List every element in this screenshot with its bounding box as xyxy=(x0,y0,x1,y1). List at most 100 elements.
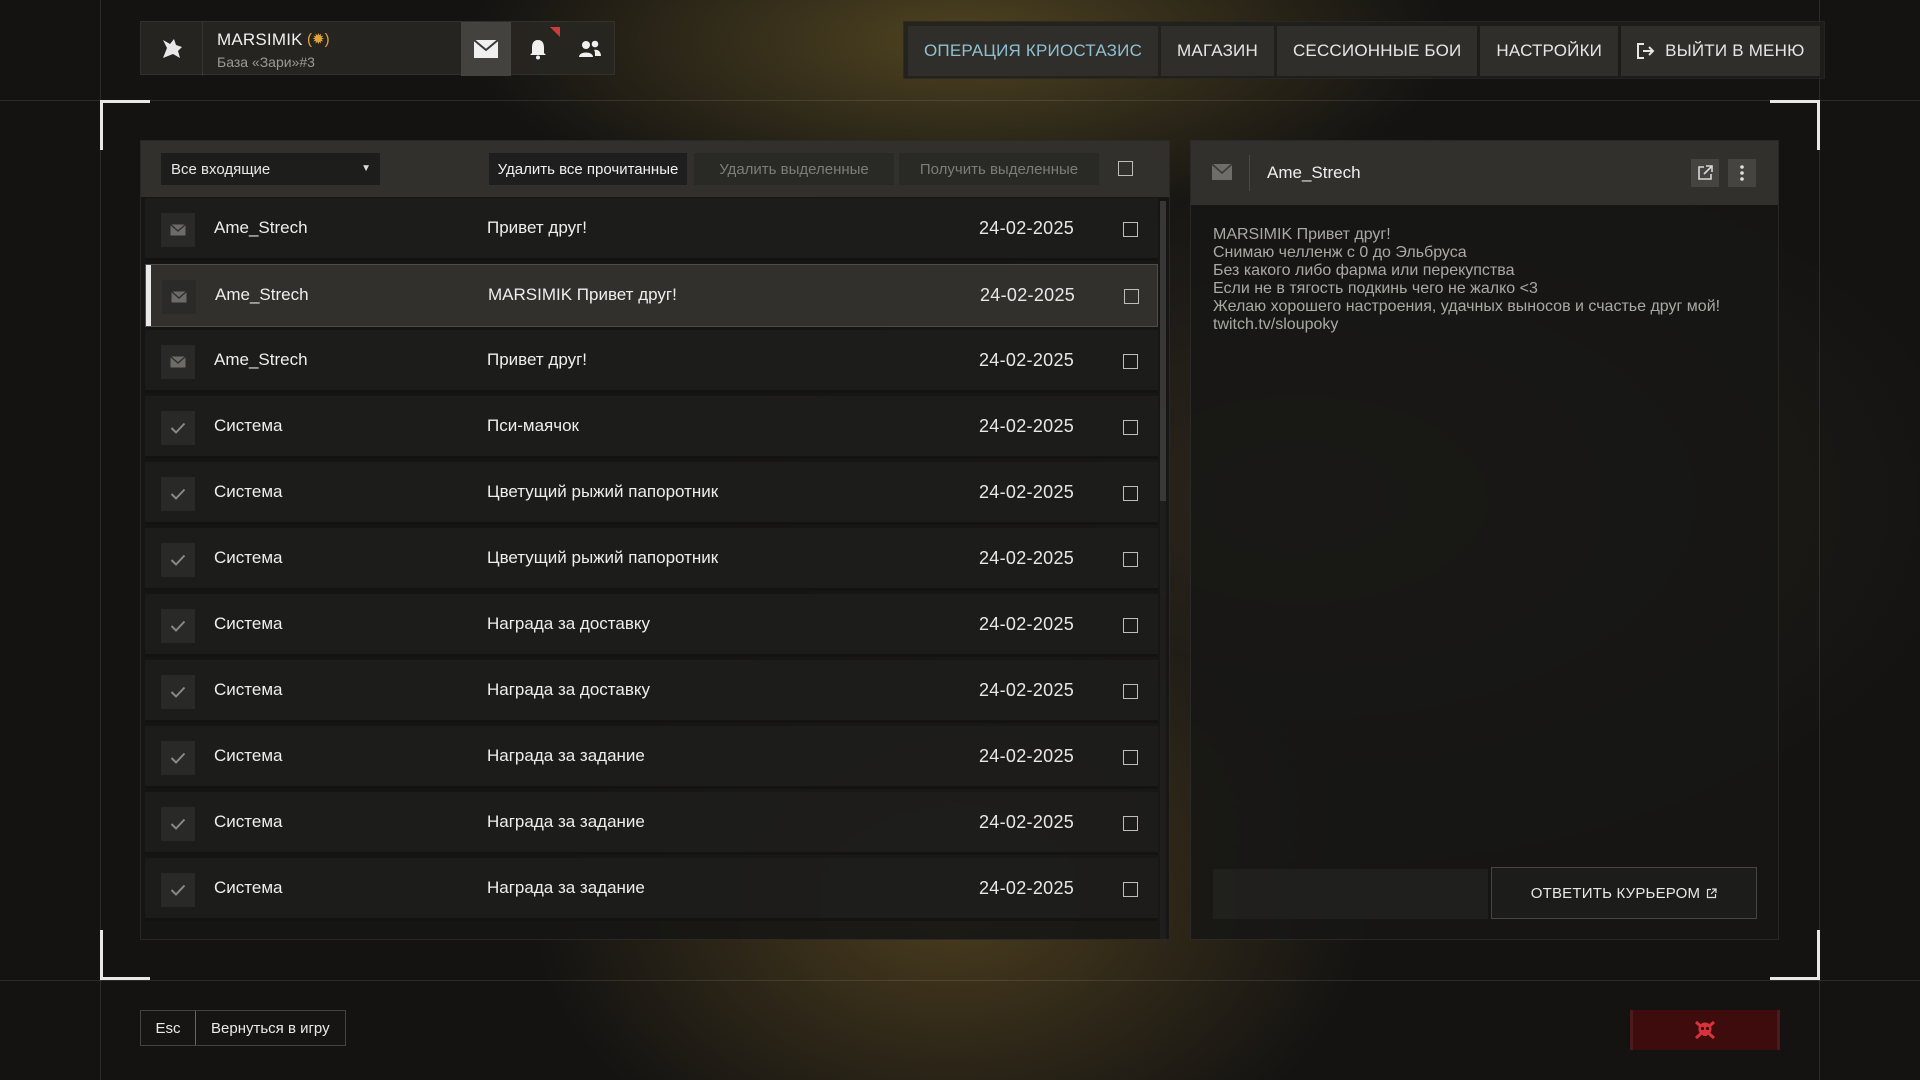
delete-read-button[interactable]: Удалить все прочитанные xyxy=(489,153,687,185)
envelope-icon xyxy=(162,280,196,314)
player-profile: MARSIMIK (✹) База «Зари»#3 xyxy=(140,21,615,76)
back-to-game-button[interactable]: Esc Вернуться в игру xyxy=(140,1010,346,1046)
select-all-checkbox[interactable] xyxy=(1118,161,1133,176)
menu-shop[interactable]: МАГАЗИН xyxy=(1161,26,1274,76)
message-subject: Цветущий рыжий папоротник xyxy=(487,482,719,501)
menu-operation[interactable]: ОПЕРАЦИЯ КРИОСТАЗИС xyxy=(908,26,1159,76)
more-options-button[interactable] xyxy=(1728,159,1756,187)
message-sender: Система xyxy=(214,548,283,567)
danger-button[interactable] xyxy=(1630,1010,1780,1050)
message-checkbox[interactable] xyxy=(1123,354,1138,369)
exit-to-menu-button[interactable]: ВЫЙТИ В МЕНЮ xyxy=(1621,26,1821,76)
notification-indicator xyxy=(550,27,560,37)
wolf-logo-icon xyxy=(162,39,182,58)
check-icon xyxy=(161,477,195,511)
envelope-icon xyxy=(161,213,195,247)
menu-session-battles[interactable]: СЕССИОННЫЕ БОИ xyxy=(1276,26,1478,76)
message-row[interactable]: Система Пси-маячок 24-02-2025 xyxy=(145,396,1158,459)
message-checkbox[interactable] xyxy=(1123,552,1138,567)
message-body: MARSIMIK Привет друг! Снимаю челленж с 0… xyxy=(1213,226,1721,333)
message-subject: Награда за задание xyxy=(487,812,645,831)
message-checkbox[interactable] xyxy=(1123,618,1138,633)
esc-key-hint: Esc xyxy=(141,1011,196,1045)
message-date: 24-02-2025 xyxy=(979,812,1075,832)
scrollbar-thumb[interactable] xyxy=(1160,201,1166,501)
message-row[interactable]: Система Награда за доставку 24-02-2025 xyxy=(145,594,1158,657)
message-checkbox[interactable] xyxy=(1123,750,1138,765)
message-row[interactable]: Ame_Strech Привет друг! 24-02-2025 xyxy=(145,330,1158,393)
message-checkbox[interactable] xyxy=(1123,816,1138,831)
message-date: 24-02-2025 xyxy=(979,350,1075,370)
message-subject: Цветущий рыжий папоротник xyxy=(487,548,719,567)
message-reader: Ame_Strech MARSIMIK Привет друг! Снимаю … xyxy=(1190,140,1779,940)
message-sender: Система xyxy=(214,680,283,699)
open-external-button[interactable] xyxy=(1691,159,1719,187)
external-link-icon xyxy=(1706,887,1717,899)
message-subject: Награда за доставку xyxy=(487,680,650,699)
frame-line-top xyxy=(0,100,1920,101)
message-subject: Пси-маячок xyxy=(487,416,579,435)
avatar[interactable] xyxy=(141,22,203,76)
message-row[interactable]: Система Цветущий рыжий папоротник 24-02-20… xyxy=(145,528,1158,591)
envelope-icon xyxy=(161,345,195,379)
player-name: MARSIMIK xyxy=(217,30,303,49)
reader-sender: Ame_Strech xyxy=(1267,163,1361,182)
message-checkbox[interactable] xyxy=(1123,486,1138,501)
check-icon xyxy=(161,609,195,643)
more-vertical-icon xyxy=(1740,165,1744,181)
skull-crossbones-icon xyxy=(1695,1020,1715,1040)
message-date: 24-02-2025 xyxy=(979,548,1075,568)
message-checkbox[interactable] xyxy=(1123,222,1138,237)
message-checkbox[interactable] xyxy=(1123,882,1138,897)
envelope-icon xyxy=(1211,163,1233,186)
message-sender: Система xyxy=(214,416,283,435)
inbox-panel: Все входящие ▼ Удалить все прочитанные У… xyxy=(140,140,1170,940)
check-icon xyxy=(161,807,195,841)
reply-courier-button[interactable]: ОТВЕТИТЬ КУРЬЕРОМ xyxy=(1491,867,1757,919)
message-date: 24-02-2025 xyxy=(979,746,1075,766)
reply-field[interactable] xyxy=(1213,869,1488,919)
menu-settings[interactable]: НАСТРОЙКИ xyxy=(1480,26,1619,76)
mail-filter-value: Все входящие xyxy=(171,160,271,178)
delete-selected-button[interactable]: Удалить выделенные xyxy=(694,153,894,185)
message-sender: Система xyxy=(214,878,283,897)
message-row[interactable]: Система Награда за задание 24-02-2025 xyxy=(145,858,1158,921)
message-row[interactable]: Система Цветущий рыжий папоротник 24-02-20… xyxy=(145,462,1158,525)
divider xyxy=(1249,155,1250,191)
mail-filter-dropdown[interactable]: Все входящие ▼ xyxy=(161,153,380,185)
message-checkbox[interactable] xyxy=(1123,684,1138,699)
caret-down-icon: ▼ xyxy=(361,163,371,174)
message-sender: Ame_Strech xyxy=(214,350,308,369)
message-sender: Система xyxy=(214,482,283,501)
message-date: 24-02-2025 xyxy=(979,482,1075,502)
get-selected-button[interactable]: Получить выделенные xyxy=(899,153,1099,185)
mail-button[interactable] xyxy=(461,22,511,76)
message-row[interactable]: Ame_Strech MARSIMIK Привет друг! 24-02-202… xyxy=(145,264,1158,327)
bell-icon xyxy=(530,40,546,60)
message-row[interactable]: Система Награда за доставку 24-02-2025 xyxy=(145,660,1158,723)
frame-line-bottom xyxy=(0,980,1920,981)
friends-button[interactable] xyxy=(565,22,615,76)
check-icon xyxy=(161,741,195,775)
external-link-icon xyxy=(1698,165,1713,180)
message-row[interactable]: Система Награда за задание 24-02-2025 xyxy=(145,792,1158,855)
check-icon xyxy=(161,873,195,907)
back-to-game-label: Вернуться в игру xyxy=(211,1019,330,1037)
message-checkbox[interactable] xyxy=(1123,420,1138,435)
exit-icon xyxy=(1637,43,1655,59)
main-menu: ОПЕРАЦИЯ КРИОСТАЗИС МАГАЗИН СЕССИОННЫЕ Б… xyxy=(903,21,1826,79)
message-date: 24-02-2025 xyxy=(979,218,1075,238)
message-date: 24-02-2025 xyxy=(979,878,1075,898)
message-date: 24-02-2025 xyxy=(979,416,1075,436)
message-checkbox[interactable] xyxy=(1124,289,1139,304)
exit-label: ВЫЙТИ В МЕНЮ xyxy=(1665,41,1805,60)
frame-line-right xyxy=(1819,0,1820,1080)
message-subject: Привет друг! xyxy=(487,218,588,237)
check-icon xyxy=(161,543,195,577)
message-date: 24-02-2025 xyxy=(979,680,1075,700)
notifications-button[interactable] xyxy=(513,22,563,76)
message-row[interactable]: Ame_Strech Привет друг! 24-02-2025 xyxy=(145,198,1158,261)
rank-badge: (✹) xyxy=(307,31,330,48)
mail-icon xyxy=(473,39,499,58)
message-row[interactable]: Система Награда за задание 24-02-2025 xyxy=(145,726,1158,789)
